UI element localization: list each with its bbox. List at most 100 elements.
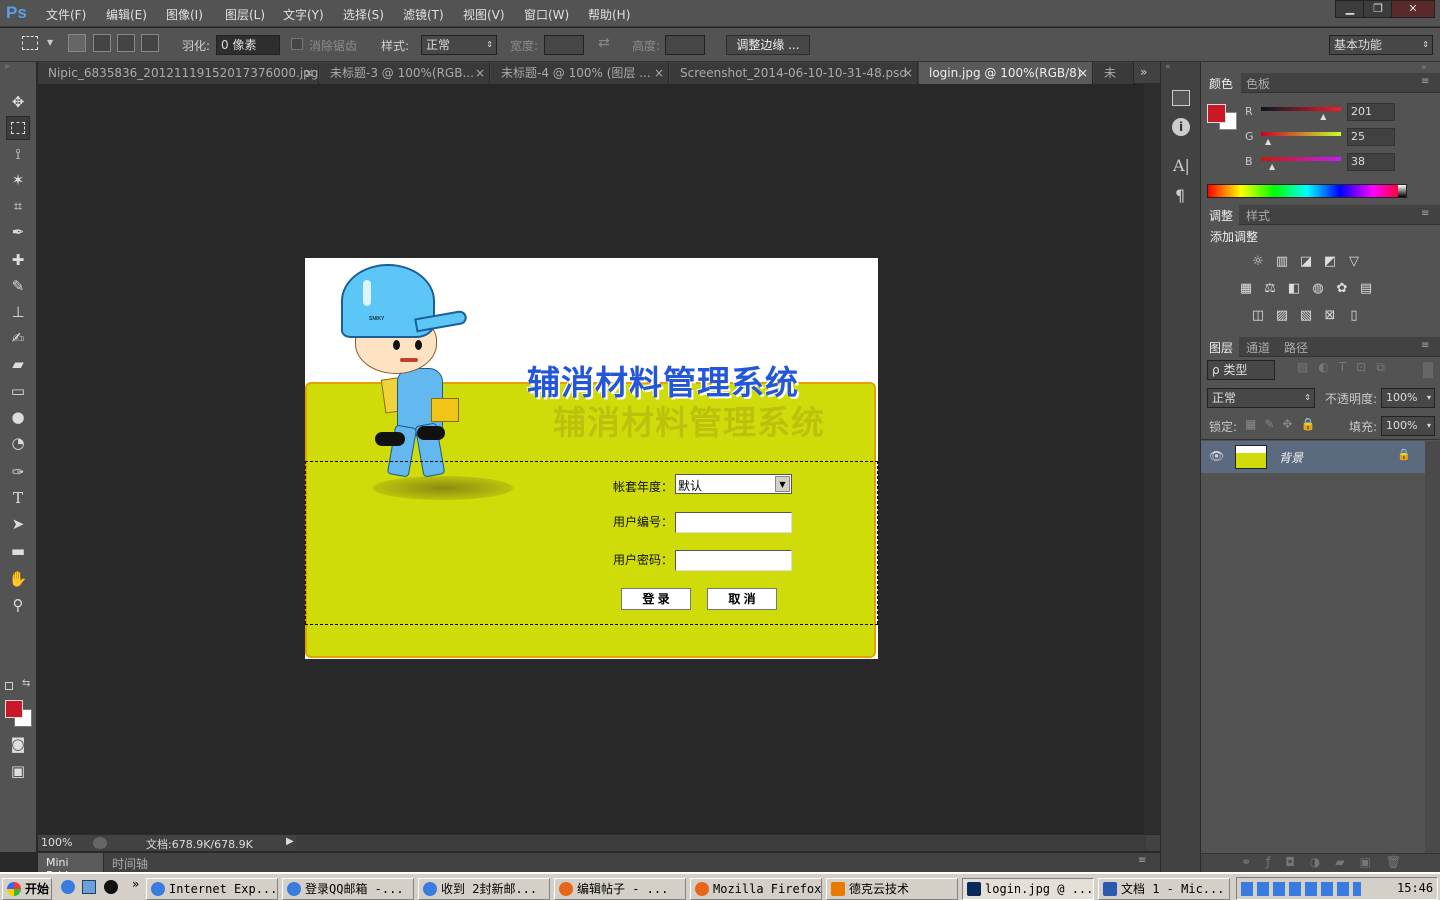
tab-swatches[interactable]: 色板	[1246, 75, 1270, 92]
close-icon[interactable]: ×	[474, 62, 485, 84]
document-canvas[interactable]: SNIKY 辅消材料管理系统 辅消材料管理系统 帐套年度： 默认 ▼ 用户编号： …	[305, 258, 878, 659]
menu-filter[interactable]: 滤镜(T)	[403, 6, 444, 23]
opacity-input[interactable]: 100% ▾	[1381, 388, 1435, 408]
close-button[interactable]: ✕	[1391, 0, 1435, 18]
layer-filter-select[interactable]: ρ 类型	[1207, 360, 1275, 380]
tab-adjustments[interactable]: 调整	[1209, 207, 1233, 224]
clone-stamp-tool-icon[interactable]: ⊥	[6, 300, 30, 324]
hand-tool-icon[interactable]: ✋	[6, 567, 30, 591]
minimize-button[interactable]: ▁	[1335, 0, 1365, 18]
r-slider[interactable]: ▲	[1261, 107, 1341, 121]
cancel-button[interactable]: 取 消	[707, 588, 777, 610]
rect-marquee-tool-icon[interactable]	[6, 116, 30, 140]
character-panel-icon[interactable]: A|	[1173, 156, 1190, 175]
ie-icon[interactable]	[61, 880, 75, 894]
foreground-color-swatch[interactable]	[5, 700, 23, 718]
zoom-level[interactable]: 100%	[41, 836, 72, 849]
height-input[interactable]	[665, 35, 705, 55]
screen-mode-icon[interactable]: ▣	[6, 759, 30, 783]
taskbar-item-active[interactable]: login.jpg @ ...	[962, 878, 1094, 900]
horizontal-scrollbar[interactable]	[296, 836, 1146, 850]
menu-select[interactable]: 选择(S)	[343, 6, 384, 23]
zoom-tool-icon[interactable]: ⚲	[6, 593, 30, 617]
posterize-icon[interactable]: ▨	[1273, 309, 1291, 323]
slider-thumb-icon[interactable]: ▲	[1269, 162, 1275, 171]
close-icon[interactable]: ×	[903, 62, 913, 84]
intersect-selection-icon[interactable]	[141, 34, 159, 52]
slider-thumb-icon[interactable]: ▲	[1320, 112, 1326, 121]
default-colors-icon[interactable]	[5, 682, 13, 690]
color-ramp[interactable]	[1207, 184, 1407, 198]
width-input[interactable]	[544, 35, 584, 55]
dodge-tool-icon[interactable]: ◔	[6, 431, 30, 455]
lock-icons[interactable]: ▦✎✥🔒	[1245, 417, 1323, 431]
panel-menu-icon[interactable]: ≡	[1421, 76, 1429, 87]
eyedropper-tool-icon[interactable]: ✒	[6, 220, 30, 244]
tab-paths[interactable]: 路径	[1284, 339, 1308, 356]
antialias-checkbox[interactable]	[291, 38, 303, 50]
qq-icon[interactable]	[104, 880, 118, 894]
workspace-select[interactable]: 基本功能 ⇕	[1329, 35, 1433, 55]
info-panel-icon[interactable]: i	[1172, 118, 1190, 136]
menu-help[interactable]: 帮助(H)	[588, 6, 630, 23]
layer-name[interactable]: 背景	[1279, 449, 1303, 466]
lasso-tool-icon[interactable]: ⟟	[6, 142, 30, 166]
color-balance-icon[interactable]: ⚖	[1261, 282, 1279, 296]
user-id-input[interactable]	[675, 512, 792, 533]
login-button[interactable]: 登 录	[621, 588, 691, 610]
tab-timeline[interactable]: 时间轴	[112, 855, 148, 872]
desktop-icon[interactable]	[82, 880, 96, 894]
doc-tab[interactable]: 未	[1094, 62, 1134, 84]
photo-filter-icon[interactable]: ◍	[1309, 282, 1327, 296]
shape-tool-icon[interactable]: ▬	[6, 539, 30, 563]
r-value[interactable]: 201	[1347, 103, 1395, 121]
close-icon[interactable]: ×	[653, 62, 664, 84]
taskbar-item[interactable]: 收到 2封新邮...	[418, 878, 550, 900]
brightness-icon[interactable]: ☼	[1249, 255, 1267, 269]
chevron-down-icon[interactable]: ▼	[47, 38, 53, 47]
paragraph-panel-icon[interactable]: ¶	[1175, 186, 1185, 205]
taskbar-item[interactable]: 德克云技术	[826, 878, 958, 900]
doc-tab[interactable]: Screenshot_2014-06-10-10-31-48.psd ×	[670, 62, 918, 84]
tab-layers[interactable]: 图层	[1209, 339, 1233, 356]
threshold-icon[interactable]: ▧	[1297, 309, 1315, 323]
swap-icon[interactable]: ⇄	[598, 35, 610, 51]
quick-mask-icon[interactable]: ◙	[6, 732, 30, 756]
move-tool-icon[interactable]: ✥	[6, 90, 30, 114]
password-input[interactable]	[675, 550, 792, 571]
tray-icons[interactable]	[1241, 882, 1361, 896]
healing-brush-tool-icon[interactable]: ✚	[6, 248, 30, 272]
panel-menu-icon[interactable]: ≡	[1421, 208, 1429, 219]
exposure-icon[interactable]: ◩	[1321, 255, 1339, 269]
menu-image[interactable]: 图像(I)	[166, 6, 203, 23]
vibrance-icon[interactable]: ▽	[1345, 255, 1363, 269]
taskbar-item[interactable]: 登录QQ邮箱 -...	[282, 878, 414, 900]
style-select[interactable]: 正常 ⇕	[421, 35, 497, 55]
panel-menu-icon[interactable]: ≡	[1421, 340, 1429, 351]
status-menu-arrow-icon[interactable]: ▶	[286, 836, 294, 847]
b-value[interactable]: 38	[1347, 153, 1395, 171]
filter-toggle[interactable]	[1423, 362, 1433, 378]
history-brush-tool-icon[interactable]: ✍	[6, 326, 30, 350]
tab-color[interactable]: 颜色	[1209, 75, 1233, 92]
g-value[interactable]: 25	[1347, 128, 1395, 146]
status-icon[interactable]	[93, 837, 107, 849]
subtract-selection-icon[interactable]	[117, 34, 135, 52]
close-icon[interactable]: ×	[1078, 62, 1088, 84]
foreground-color-swatch[interactable]	[1207, 104, 1226, 123]
collapse-icon[interactable]: »	[1421, 63, 1427, 73]
new-selection-icon[interactable]	[68, 34, 86, 52]
menu-layer[interactable]: 图层(L)	[225, 6, 265, 23]
brush-tool-icon[interactable]: ✎	[6, 274, 30, 298]
curves-icon[interactable]: ◪	[1297, 255, 1315, 269]
start-button[interactable]: 开始	[2, 878, 52, 900]
menu-type[interactable]: 文字(Y)	[283, 6, 324, 23]
menu-view[interactable]: 视图(V)	[463, 6, 505, 23]
taskbar-item[interactable]: Mozilla Firefox	[690, 878, 822, 900]
eraser-tool-icon[interactable]: ▰	[6, 352, 30, 376]
taskbar-item[interactable]: 编辑帖子 - ...	[554, 878, 686, 900]
levels-icon[interactable]: ▥	[1273, 255, 1291, 269]
selective-color-icon[interactable]: ⊠	[1321, 309, 1339, 323]
g-slider[interactable]: ▲	[1261, 132, 1341, 146]
taskbar-item[interactable]: 文档 1 - Mic...	[1098, 878, 1230, 900]
